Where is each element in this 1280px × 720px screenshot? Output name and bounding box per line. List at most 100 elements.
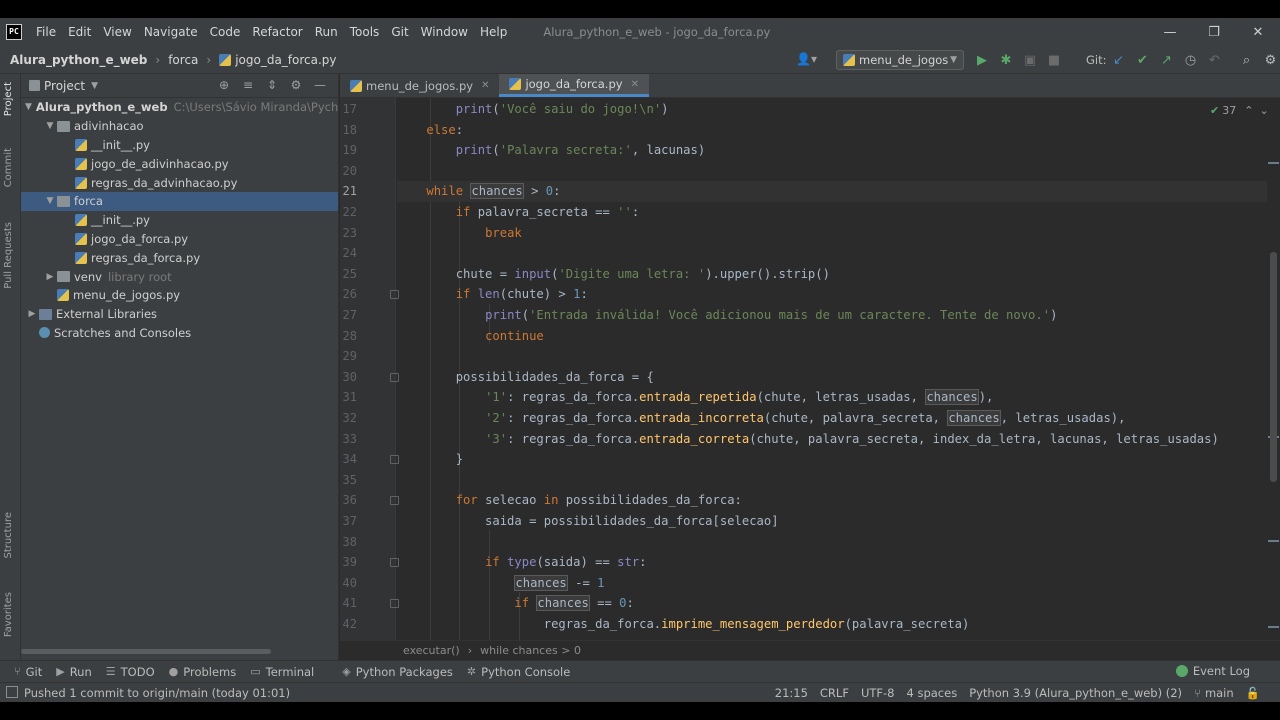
history-icon[interactable]: ◷: [1179, 53, 1203, 68]
menu-view[interactable]: View: [97, 25, 137, 39]
stripe-marker[interactable]: [1268, 162, 1279, 164]
stop-icon[interactable]: ■: [1042, 53, 1066, 68]
code-line[interactable]: while chances > 0:: [397, 181, 1267, 202]
code-line[interactable]: saida = possibilidades_da_forca[selecao]: [397, 511, 1267, 532]
menu-code[interactable]: Code: [204, 25, 247, 39]
tree-item[interactable]: ▶ venv library root: [21, 267, 338, 286]
tree-item[interactable]: ▶ External Libraries: [21, 305, 338, 324]
caret-position[interactable]: 21:15: [775, 686, 808, 700]
code-line[interactable]: if palavra_secreta == '':: [397, 202, 1267, 223]
code-line[interactable]: if len(chute) > 1:: [397, 284, 1267, 305]
restore-icon[interactable]: ❐: [1192, 25, 1236, 40]
hide-icon[interactable]: —: [308, 78, 332, 92]
menu-git[interactable]: Git: [385, 25, 414, 39]
code-editor[interactable]: print('Você saiu do jogo!\n') else: prin…: [397, 98, 1267, 640]
run-icon[interactable]: ▶: [970, 53, 994, 68]
tree-item[interactable]: Scratches and Consoles: [21, 324, 338, 343]
menu-file[interactable]: File: [30, 25, 62, 39]
file-encoding[interactable]: UTF-8: [861, 686, 895, 700]
run-tool-button[interactable]: ▶ Run: [56, 665, 92, 679]
tree-item[interactable]: jogo_de_adivinhacao.py: [21, 154, 338, 173]
nav-crumb-folder[interactable]: forca: [168, 53, 198, 67]
close-tab-icon[interactable]: ✕: [631, 79, 639, 90]
close-icon[interactable]: ✕: [1236, 25, 1280, 40]
code-line[interactable]: [397, 532, 1267, 553]
code-line[interactable]: else:: [397, 120, 1267, 141]
coverage-icon[interactable]: ▣: [1018, 53, 1042, 68]
chevron-right-icon[interactable]: ▶: [43, 272, 57, 282]
breadcrumb-function[interactable]: executar(): [403, 644, 460, 657]
locate-icon[interactable]: ⊕: [212, 78, 236, 92]
tree-item[interactable]: ▼ Alura_python_e_web C:\Users\Sávio Mirand…: [21, 98, 338, 117]
code-line[interactable]: [397, 243, 1267, 264]
stripe-marker[interactable]: [1268, 626, 1279, 628]
tree-item[interactable]: ▼ adivinhacao: [21, 117, 338, 136]
user-icon[interactable]: 👤▾: [796, 52, 817, 66]
breadcrumb-block[interactable]: while chances > 0: [480, 644, 581, 657]
gear-icon[interactable]: ⚙: [284, 78, 308, 92]
tab-jogo-da-forca[interactable]: jogo_da_forca.py ✕: [499, 74, 649, 97]
code-line[interactable]: regras_da_forca.imprime_mensagem_perdedo…: [397, 614, 1267, 635]
expand-all-icon[interactable]: ≡: [236, 78, 260, 92]
structure-tool-tab[interactable]: Structure: [3, 512, 14, 559]
nav-crumb-project[interactable]: Alura_python_e_web: [10, 53, 147, 67]
favorites-tool-tab[interactable]: Favorites: [3, 592, 14, 637]
editor-gutter[interactable]: 17 18 19 20 21 22 23 24 25 26 27 28 29 30 31 32 33 34 35 36…: [340, 98, 417, 640]
menu-help[interactable]: Help: [474, 25, 513, 39]
menu-refactor[interactable]: Refactor: [246, 25, 308, 39]
code-line[interactable]: [397, 161, 1267, 182]
problems-tool-button[interactable]: ● Problems: [169, 665, 237, 679]
code-line[interactable]: chances -= 1: [397, 573, 1267, 594]
code-line[interactable]: possibilidades_da_forca = {: [397, 367, 1267, 388]
inspection-widget[interactable]: ✔ 37 ⌃ ⌄: [1210, 104, 1269, 117]
code-line[interactable]: '2': regras_da_forca.entrada_incorreta(c…: [397, 408, 1267, 429]
indentation[interactable]: 4 spaces: [906, 686, 957, 700]
rollback-icon[interactable]: ↶: [1203, 53, 1227, 68]
nav-crumb-file[interactable]: jogo_da_forca.py: [235, 53, 336, 67]
minimize-icon[interactable]: —: [1148, 25, 1192, 40]
tree-item[interactable]: ▼ forca: [21, 191, 338, 211]
chevron-down-icon[interactable]: ▼: [43, 196, 57, 206]
git-update-icon[interactable]: ↙: [1107, 53, 1131, 68]
python-interpreter[interactable]: Python 3.9 (Alura_python_e_web) (2): [969, 686, 1182, 700]
code-line[interactable]: [397, 470, 1267, 491]
event-log-button[interactable]: Event Log: [1175, 664, 1250, 678]
code-line[interactable]: print('Palavra secreta:', lacunas): [397, 140, 1267, 161]
code-line[interactable]: '1': regras_da_forca.entrada_repetida(ch…: [397, 387, 1267, 408]
search-icon[interactable]: ⌕: [1235, 53, 1259, 68]
todo-tool-button[interactable]: ☰ TODO: [106, 665, 155, 679]
menu-window[interactable]: Window: [415, 25, 474, 39]
chevron-down-icon[interactable]: ▼: [43, 121, 57, 131]
code-line[interactable]: for selecao in possibilidades_da_forca:: [397, 490, 1267, 511]
pull-requests-tool-tab[interactable]: Pull Requests: [3, 222, 14, 289]
menu-run[interactable]: Run: [309, 25, 344, 39]
code-line[interactable]: chute = input('Digite uma letra: ').uppe…: [397, 264, 1267, 285]
stripe-marker[interactable]: [1268, 540, 1279, 542]
menu-navigate[interactable]: Navigate: [138, 25, 204, 39]
python-console-tool-button[interactable]: ✲ Python Console: [467, 665, 570, 679]
tree-item[interactable]: jogo_da_forca.py: [21, 230, 338, 249]
git-push-icon[interactable]: ↗: [1155, 53, 1179, 68]
git-tool-button[interactable]: ⑂ Git: [14, 665, 42, 679]
menu-edit[interactable]: Edit: [62, 25, 97, 39]
code-line[interactable]: if chances == 0:: [397, 593, 1267, 614]
close-tab-icon[interactable]: ✕: [481, 80, 489, 91]
tree-item[interactable]: regras_da_forca.py: [21, 248, 338, 267]
tab-menu-de-jogos[interactable]: menu_de_jogos.py ✕: [340, 74, 499, 97]
code-line[interactable]: print('Você saiu do jogo!\n'): [397, 99, 1267, 120]
menu-tools[interactable]: Tools: [344, 25, 386, 39]
toggle-tool-windows-icon[interactable]: [6, 686, 18, 698]
project-view-select[interactable]: Project: [44, 79, 85, 93]
git-branch[interactable]: main: [1205, 686, 1234, 700]
settings-icon[interactable]: ⚙: [1259, 53, 1280, 68]
code-line[interactable]: }: [397, 449, 1267, 470]
chevron-down-icon[interactable]: ▼: [91, 81, 98, 91]
chevron-up-icon[interactable]: ⌃: [1244, 104, 1253, 117]
tree-item[interactable]: __init__.py: [21, 211, 338, 230]
code-line[interactable]: [397, 346, 1267, 367]
commit-tool-tab[interactable]: Commit: [3, 148, 14, 187]
chevron-right-icon[interactable]: ▶: [25, 309, 39, 319]
code-line[interactable]: '3': regras_da_forca.entrada_correta(chu…: [397, 429, 1267, 450]
lock-icon[interactable]: 🔓: [1246, 686, 1260, 700]
code-line[interactable]: if type(saida) == str:: [397, 552, 1267, 573]
